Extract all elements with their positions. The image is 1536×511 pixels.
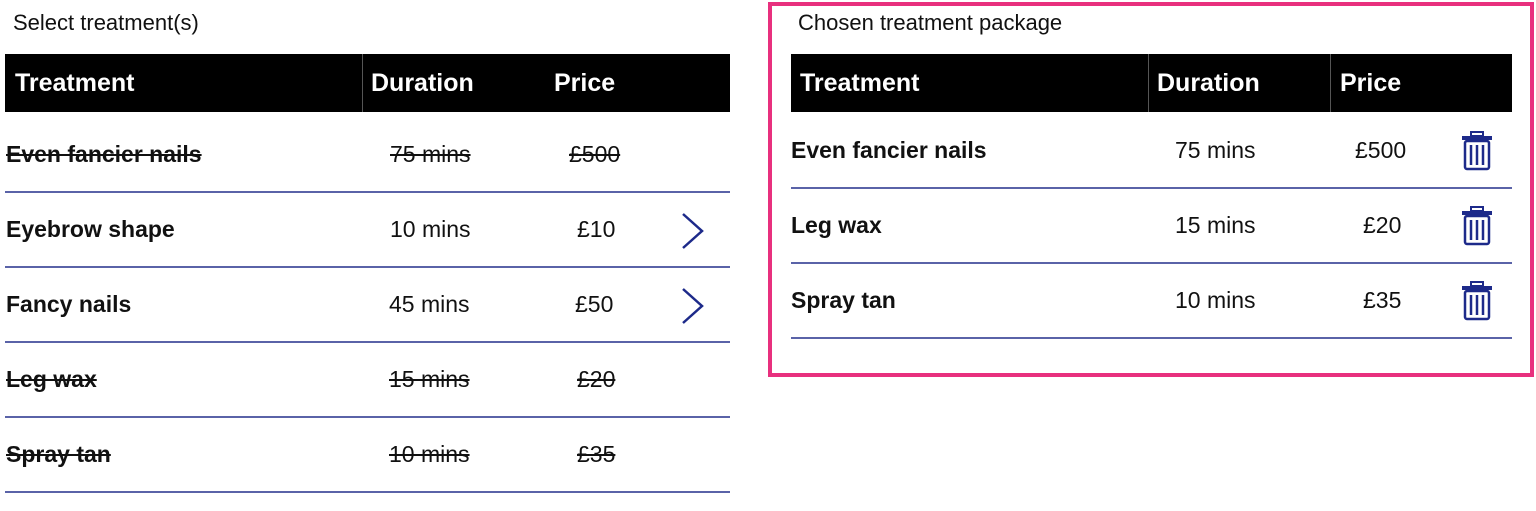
chevron-right-icon[interactable] (677, 286, 707, 326)
header-divider (362, 54, 363, 112)
header-duration: Duration (371, 69, 474, 97)
treatment-name: Leg wax (6, 366, 97, 392)
treatment-price: £20 (577, 366, 616, 392)
header-price: Price (1340, 69, 1402, 97)
trash-icon[interactable] (1461, 131, 1493, 171)
treatment-duration: 10 mins (389, 441, 470, 467)
chosen-table-header: Treatment Duration Price (791, 54, 1512, 112)
chosen-duration: 15 mins (1175, 212, 1256, 238)
chosen-name: Leg wax (791, 212, 882, 238)
treatment-row-spray-tan: Spray tan 10 mins £35 (5, 418, 730, 493)
chosen-row-spray-tan: Spray tan 10 mins £35 (791, 264, 1512, 339)
select-table-header: Treatment Duration Price (5, 54, 730, 112)
treatment-price: £50 (575, 291, 614, 317)
treatment-duration: 15 mins (389, 366, 470, 392)
treatment-row-leg-wax: Leg wax 15 mins £20 (5, 343, 730, 418)
treatment-row-fancy-nails[interactable]: Fancy nails 45 mins £50 (5, 268, 730, 343)
treatment-price: £500 (569, 141, 621, 167)
header-divider (1148, 54, 1149, 112)
chosen-price: £20 (1363, 212, 1402, 238)
treatment-name: Spray tan (6, 441, 111, 467)
trash-icon[interactable] (1461, 206, 1493, 246)
treatment-duration: 10 mins (390, 216, 471, 242)
header-treatment: Treatment (800, 69, 920, 97)
header-duration: Duration (1157, 69, 1260, 97)
treatment-name: Eyebrow shape (6, 216, 175, 242)
chosen-duration: 10 mins (1175, 287, 1256, 313)
chosen-row-leg-wax: Leg wax 15 mins £20 (791, 189, 1512, 264)
treatment-row-even-fancier-nails: Even fancier nails 75 mins £500 (5, 118, 730, 193)
treatment-price: £35 (577, 441, 616, 467)
treatment-name: Even fancier nails (6, 141, 202, 167)
header-price: Price (554, 69, 616, 97)
chosen-name: Even fancier nails (791, 137, 987, 163)
treatment-row-eyebrow-shape[interactable]: Eyebrow shape 10 mins £10 (5, 193, 730, 268)
chosen-duration: 75 mins (1175, 137, 1256, 163)
header-divider (1330, 54, 1331, 112)
chosen-price: £500 (1355, 137, 1407, 163)
trash-icon[interactable] (1461, 281, 1493, 321)
treatment-price: £10 (577, 216, 616, 242)
chosen-row-even-fancier-nails: Even fancier nails 75 mins £500 (791, 114, 1512, 189)
treatment-duration: 75 mins (390, 141, 471, 167)
treatment-name: Fancy nails (6, 291, 132, 317)
chevron-right-icon[interactable] (677, 211, 707, 251)
chosen-price: £35 (1363, 287, 1402, 313)
select-treatments-title: Select treatment(s) (13, 10, 199, 35)
header-treatment: Treatment (15, 69, 135, 97)
chosen-package-title: Chosen treatment package (798, 10, 1063, 35)
chosen-name: Spray tan (791, 287, 896, 313)
treatment-duration: 45 mins (389, 291, 470, 317)
